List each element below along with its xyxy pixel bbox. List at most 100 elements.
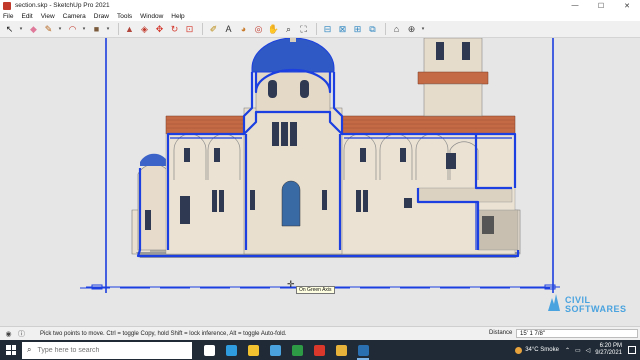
task-view-icon[interactable]: [198, 340, 220, 360]
right-roof: [339, 115, 516, 135]
file-explorer-icon[interactable]: [242, 340, 264, 360]
section-fill-icon[interactable]: ⊠: [336, 23, 349, 36]
search-icon: ⌕: [27, 345, 32, 354]
menu-tools[interactable]: Tools: [117, 13, 132, 20]
maximize-button[interactable]: ☐: [588, 0, 614, 11]
move-icon[interactable]: ✥: [153, 23, 166, 36]
dropdown-icon[interactable]: ▾: [57, 23, 63, 36]
dropdown-icon[interactable]: ▾: [81, 23, 87, 36]
push-pull-icon[interactable]: ▲: [123, 23, 136, 36]
app-red-icon[interactable]: [308, 340, 330, 360]
main-toolbar: ↖ ▾ ◆ ✎ ▾ ◠ ▾ ■ ▾ ▲ ◈ ✥ ↻ ⊡ ✐ A ◕ ◎ ✋ ⌕ ⛶ ⊟ ⊠ ⊞ ⧉ ⌂ ⊕ ▾: [0, 21, 640, 38]
tower-window-right: [462, 42, 470, 60]
tape-measure-icon[interactable]: ✐: [207, 23, 220, 36]
scale-icon[interactable]: ⊡: [183, 23, 196, 36]
volume-icon[interactable]: ◁: [586, 347, 591, 354]
zoom-extents-icon[interactable]: ⛶: [297, 23, 310, 36]
weather-text: 34°C Smoke: [525, 347, 559, 353]
menu-window[interactable]: Window: [140, 13, 163, 20]
text-icon[interactable]: A: [222, 23, 235, 36]
app-red-icon-glyph: [313, 344, 325, 356]
taskbar-search-input[interactable]: [37, 346, 178, 354]
apse-window: [145, 210, 151, 230]
left-roof: [165, 115, 247, 135]
status-bar: ◉ ⓘ Pick two points to move. Ctrl = togg…: [0, 326, 640, 340]
model-drawing: [80, 38, 560, 293]
clock-time: 6:20 PM: [599, 343, 622, 349]
annex-opening: [482, 216, 494, 234]
toolbar-separator: [385, 23, 386, 35]
measurements-field[interactable]: 15' 1 7/8": [516, 329, 638, 338]
chrome-icon[interactable]: [330, 340, 352, 360]
title-bar: section.skp - SketchUp Pro 2021 — ☐ ✕: [0, 0, 640, 11]
windows-taskbar: ⌕ 34°C Smoke ⌃ ▭ ◁ 6:20 PM 9/27/2021: [0, 340, 640, 360]
menu-file[interactable]: File: [3, 13, 13, 20]
weather-icon: [515, 346, 523, 354]
extension-icon[interactable]: ⊕: [405, 23, 418, 36]
zoom-icon[interactable]: ⌕: [282, 23, 295, 36]
sketchup-icon-glyph: [357, 344, 369, 356]
menu-help[interactable]: Help: [171, 13, 184, 20]
rotate-icon[interactable]: ↻: [168, 23, 181, 36]
camtasia-icon-glyph: [291, 344, 303, 356]
inference-tooltip: On Green Axis: [296, 286, 335, 294]
warehouse-icon[interactable]: ⌂: [390, 23, 403, 36]
civil-softwares-logo-icon: [548, 294, 560, 311]
geo-location-icon[interactable]: ◉: [4, 329, 13, 338]
orbit-icon[interactable]: ◎: [252, 23, 265, 36]
section-display-icon[interactable]: ⊞: [351, 23, 364, 36]
toolbar-separator: [316, 23, 317, 35]
taskbar-apps: [198, 340, 374, 360]
store-icon-glyph: [269, 344, 281, 356]
annex-gallery: [417, 187, 513, 203]
tower-lower: [423, 83, 483, 117]
model-viewport[interactable]: [0, 38, 640, 326]
measurements-label: Distance: [489, 330, 513, 336]
windows-logo-icon: [6, 345, 16, 355]
minimize-button[interactable]: —: [562, 0, 588, 11]
close-button[interactable]: ✕: [614, 0, 640, 11]
edge-icon-glyph: [225, 344, 237, 356]
file-explorer-icon-glyph: [247, 344, 259, 356]
taskbar-search[interactable]: ⌕: [22, 341, 192, 359]
menu-view[interactable]: View: [41, 13, 55, 20]
select-arrow-icon[interactable]: ↖: [3, 23, 16, 36]
notification-icon[interactable]: [628, 346, 636, 354]
pan-icon[interactable]: ✋: [267, 23, 280, 36]
edge-icon[interactable]: [220, 340, 242, 360]
sketchup-icon[interactable]: [352, 340, 374, 360]
clock[interactable]: 6:20 PM 9/27/2021: [595, 343, 622, 357]
weather-widget[interactable]: 34°C Smoke: [515, 346, 559, 354]
dropdown-icon[interactable]: ▾: [105, 23, 111, 36]
section-cut-icon[interactable]: ⧉: [366, 23, 379, 36]
shape-icon[interactable]: ■: [90, 23, 103, 36]
apse-dome: [140, 153, 168, 166]
credits-icon[interactable]: ⓘ: [17, 329, 26, 338]
start-button[interactable]: [0, 340, 22, 360]
menu-edit[interactable]: Edit: [21, 13, 32, 20]
offset-icon[interactable]: ◈: [138, 23, 151, 36]
section-plane-icon[interactable]: ⊟: [321, 23, 334, 36]
dropdown-icon[interactable]: ▾: [420, 23, 426, 36]
arc-icon[interactable]: ◠: [66, 23, 79, 36]
camtasia-icon[interactable]: [286, 340, 308, 360]
paint-bucket-icon[interactable]: ◕: [237, 23, 250, 36]
dropdown-icon[interactable]: ▾: [18, 23, 24, 36]
main-dome: [251, 38, 335, 73]
window-title: section.skp - SketchUp Pro 2021: [15, 2, 110, 9]
civil-softwares-watermark: CIVIL SOFTWARES: [547, 289, 637, 319]
tower-roof: [417, 71, 489, 85]
apse-wall: [137, 163, 171, 251]
menu-camera[interactable]: Camera: [63, 13, 86, 20]
sketchup-app-icon: [3, 1, 11, 10]
tray-chevron-icon[interactable]: ⌃: [565, 347, 570, 354]
eraser-icon[interactable]: ◆: [27, 23, 40, 36]
system-tray: 34°C Smoke ⌃ ▭ ◁ 6:20 PM 9/27/2021: [515, 340, 640, 360]
network-icon[interactable]: ▭: [575, 347, 581, 354]
menu-draw[interactable]: Draw: [94, 13, 109, 20]
dome-drum: [255, 67, 331, 113]
pencil-icon[interactable]: ✎: [42, 23, 55, 36]
toolbar-separator: [118, 23, 119, 35]
dome-cross-base: [290, 38, 296, 42]
store-icon[interactable]: [264, 340, 286, 360]
